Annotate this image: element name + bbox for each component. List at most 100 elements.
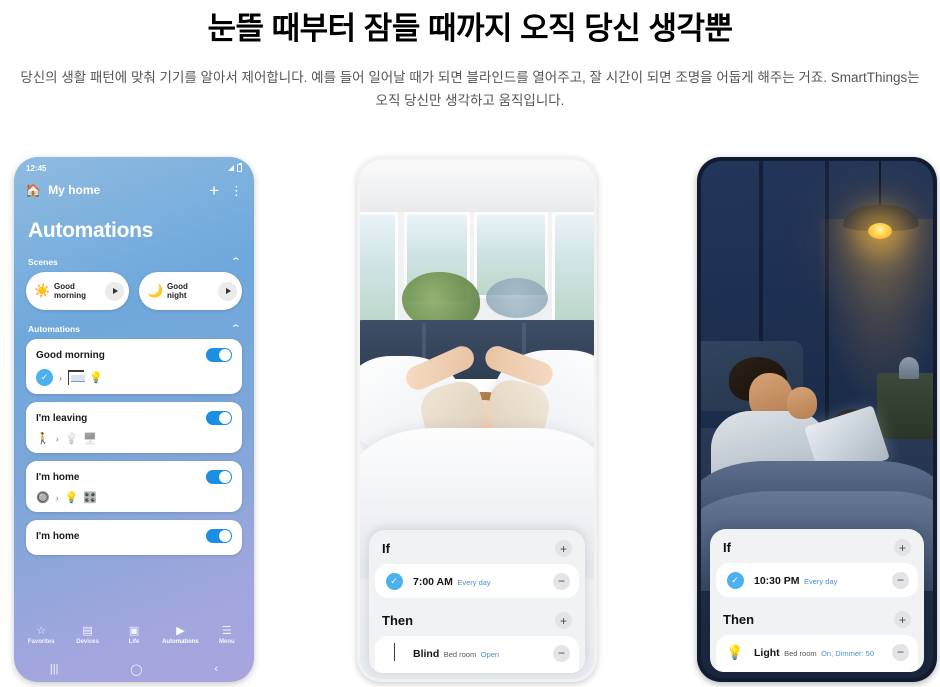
tab-label: Automations: [162, 639, 199, 646]
then-label: Then: [723, 612, 755, 627]
remove-action-button[interactable]: −: [892, 643, 909, 661]
scene-label: Good night: [167, 282, 218, 300]
scene-card-good-morning[interactable]: ☀️ Good morning: [26, 272, 129, 310]
hamburger-icon: ☰: [221, 625, 232, 638]
automation-toggle[interactable]: [206, 470, 232, 484]
if-section-header: If +: [710, 539, 924, 563]
tab-label: Devices: [76, 639, 99, 646]
automation-row[interactable]: I'm home 🔘 › 💡 🎛️: [26, 461, 242, 512]
recents-button[interactable]: |||: [50, 663, 59, 675]
phone-automations-app: 12:45 🏠 My home + ⋮ Automations Scenes ⌃…: [14, 157, 254, 682]
scene-label-line2: morning: [54, 291, 86, 300]
automation-toggle[interactable]: [206, 411, 232, 425]
chevron-up-icon[interactable]: ⌃: [231, 256, 242, 267]
status-bar-time: 12:45: [26, 163, 47, 173]
scene-label-line2: night: [167, 291, 187, 300]
devices-icon: ▤: [82, 625, 93, 638]
automation-row[interactable]: Good morning ✓ › 💡: [26, 339, 242, 394]
automation-name: I'm leaving: [36, 412, 88, 424]
scene-label: Good morning: [54, 282, 105, 300]
then-section-header: Then +: [369, 612, 585, 636]
automation-toggle[interactable]: [206, 348, 232, 362]
remove-condition-button[interactable]: −: [892, 571, 909, 589]
automation-editor-card: If + ✓ 7:00 AM Every day − Then + Blind …: [369, 530, 585, 673]
if-section-header: If +: [369, 540, 585, 564]
remove-condition-button[interactable]: −: [553, 572, 570, 590]
bottom-tab-bar: ☆ Favorites ▤ Devices ▣ Life ▶ Automatio…: [14, 616, 254, 656]
automation-row[interactable]: I'm home: [26, 520, 242, 555]
automations-section-header[interactable]: Automations ⌃: [14, 310, 254, 339]
tab-automations[interactable]: ▶ Automations: [157, 626, 203, 646]
tab-label: Life: [128, 639, 140, 646]
if-condition-row[interactable]: ✓ 10:30 PM Every day −: [716, 563, 918, 597]
back-button[interactable]: ‹: [214, 663, 218, 675]
tab-menu[interactable]: ☰ Menu: [204, 626, 250, 646]
automation-icon-row: 🚶 › 💡 🖥️: [36, 432, 232, 445]
scene-card-good-night[interactable]: 🌙 Good night: [139, 272, 242, 310]
add-condition-button[interactable]: +: [555, 540, 572, 557]
chevron-right-icon: ›: [59, 372, 62, 383]
action-device: Light: [754, 647, 780, 659]
automation-toggle[interactable]: [206, 529, 232, 543]
add-icon[interactable]: +: [209, 182, 219, 199]
tab-devices[interactable]: ▤ Devices: [64, 626, 110, 646]
automation-icon-row: ✓ › 💡: [36, 369, 232, 386]
life-icon: ▣: [128, 625, 140, 638]
tab-life[interactable]: ▣ Life: [111, 626, 157, 646]
scenes-list: ☀️ Good morning 🌙 Good night: [14, 272, 254, 310]
automations-icon: ▶: [176, 625, 185, 638]
play-icon[interactable]: [218, 281, 237, 301]
page-header: 눈뜰 때부터 잠들 때까지 오직 당신 생각뿐 당신의 생활 패턴에 맞춰 기기…: [0, 0, 940, 113]
remove-action-button[interactable]: −: [553, 644, 570, 662]
action-room: Bed room: [443, 650, 477, 659]
phone-morning-routine: If + ✓ 7:00 AM Every day − Then + Blind …: [357, 157, 597, 682]
if-label: If: [382, 541, 390, 556]
sun-icon: ☀️: [34, 283, 51, 298]
chevron-right-icon: ›: [55, 492, 59, 503]
phone-night-routine: If + ✓ 10:30 PM Every day − Then + 💡 Lig…: [697, 157, 937, 682]
clock-icon: ✓: [36, 369, 53, 386]
app-bar: 🏠 My home + ⋮: [14, 175, 254, 205]
if-condition-row[interactable]: ✓ 7:00 AM Every day −: [375, 564, 579, 598]
then-action-row[interactable]: 💡 Light Bed room On, Dimmer: 50 −: [716, 635, 918, 672]
then-action-row[interactable]: Blind Bed room Open −: [375, 636, 579, 673]
signal-icon: [228, 165, 234, 171]
bulb-icon: 💡: [726, 644, 744, 660]
app-bar-title: My home: [48, 183, 101, 197]
tab-label: Favorites: [27, 639, 55, 646]
chevron-right-icon: ›: [55, 433, 59, 444]
phone-mockups: 12:45 🏠 My home + ⋮ Automations Scenes ⌃…: [0, 157, 940, 687]
add-action-button[interactable]: +: [555, 612, 572, 629]
condition-repeat: Every day: [457, 578, 491, 587]
sensor-icon: 🔘: [36, 492, 50, 504]
scenes-section-header[interactable]: Scenes ⌃: [14, 243, 254, 272]
clock-icon: ✓: [725, 571, 745, 589]
play-icon[interactable]: [105, 281, 124, 301]
more-options-icon[interactable]: ⋮: [230, 184, 243, 197]
moon-icon: 🌙: [147, 283, 164, 298]
blind-icon: [384, 643, 404, 661]
automations-section-label: Automations: [28, 323, 80, 334]
automation-row[interactable]: I'm leaving 🚶 › 💡 🖥️: [26, 402, 242, 453]
add-action-button[interactable]: +: [894, 611, 911, 628]
tab-label: Menu: [218, 639, 235, 646]
chevron-up-icon[interactable]: ⌃: [231, 323, 242, 334]
automations-list: Good morning ✓ › 💡 I'm leaving 🚶 › 💡 🖥️ …: [14, 339, 254, 555]
home-icon: 🏠: [25, 182, 42, 198]
bulb-icon: 💡: [64, 492, 79, 504]
if-label: If: [723, 540, 731, 555]
tab-favorites[interactable]: ☆ Favorites: [18, 626, 64, 646]
blind-icon: [68, 370, 85, 385]
home-button[interactable]: ◯: [130, 663, 142, 676]
bulb-off-icon: 💡: [64, 433, 79, 445]
automation-icon-row: 🔘 › 💡 🎛️: [36, 491, 232, 504]
leaving-person-icon: 🚶: [36, 433, 50, 445]
action-state: On, Dimmer: 50: [821, 649, 875, 658]
automation-name: I'm home: [36, 471, 80, 483]
page-title: 눈뜰 때부터 잠들 때까지 오직 당신 생각뿐: [207, 11, 733, 46]
page-subtitle: 당신의 생활 패턴에 맞춰 기기를 알아서 제어합니다. 예를 들어 일어날 때…: [20, 69, 920, 109]
automation-name: I'm home: [36, 530, 80, 542]
add-condition-button[interactable]: +: [894, 539, 911, 556]
battery-icon: [237, 163, 242, 172]
clock-icon: ✓: [384, 572, 404, 590]
